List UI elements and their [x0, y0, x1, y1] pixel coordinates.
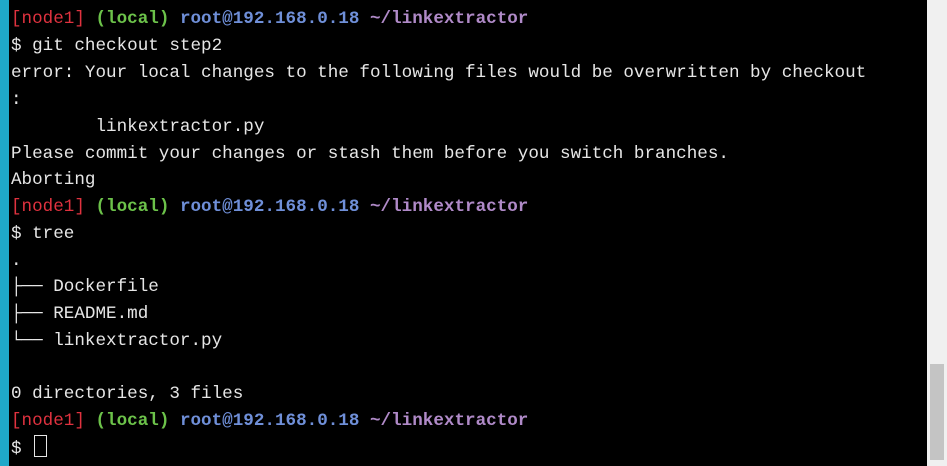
error-hint: Please commit your changes or stash them… [11, 144, 729, 164]
left-accent-bar [0, 0, 9, 466]
terminal-window: [node1] (local) root@192.168.0.18 ~/link… [0, 0, 947, 466]
prompt-line: [node1] (local) root@192.168.0.18 ~/link… [11, 6, 528, 32]
prompt-local: (local) [95, 411, 170, 431]
prompt-user-host: root@192.168.0.18 [179, 411, 360, 431]
command-line: $ git checkout step2 [11, 36, 223, 56]
tree-summary: 0 directories, 3 files [11, 384, 244, 404]
prompt-local: (local) [95, 197, 170, 217]
prompt-user-host: root@192.168.0.18 [179, 197, 360, 217]
aborting-line: Aborting [11, 170, 96, 190]
vertical-scrollbar[interactable] [927, 0, 947, 466]
prompt-user-host: root@192.168.0.18 [179, 9, 360, 29]
prompt-line: [node1] (local) root@192.168.0.18 ~/link… [11, 408, 528, 434]
command-line: $ tree [11, 224, 75, 244]
text-cursor [34, 435, 48, 457]
tree-entry: ├── Dockerfile [11, 277, 159, 297]
error-file: linkextractor.py [11, 117, 265, 137]
prompt-path: ~/linkextractor [370, 411, 529, 431]
prompt-node: [node1] [11, 197, 85, 217]
error-line-continuation: : [11, 90, 22, 110]
prompt-node: [node1] [11, 411, 85, 431]
tree-entry: ├── README.md [11, 304, 149, 324]
prompt-line: [node1] (local) root@192.168.0.18 ~/link… [11, 194, 528, 220]
terminal-output[interactable]: [node1] (local) root@192.168.0.18 ~/link… [9, 0, 927, 466]
scrollbar-thumb[interactable] [930, 364, 944, 460]
prompt-path: ~/linkextractor [370, 197, 529, 217]
prompt-node: [node1] [11, 9, 85, 29]
shell-prompt-symbol: $ [11, 439, 33, 459]
tree-entry: └── linkextractor.py [11, 331, 223, 351]
tree-root: . [11, 251, 22, 271]
input-line[interactable]: $ [11, 435, 48, 461]
error-line: error: Your local changes to the followi… [11, 63, 867, 83]
prompt-path: ~/linkextractor [370, 9, 529, 29]
prompt-local: (local) [95, 9, 170, 29]
